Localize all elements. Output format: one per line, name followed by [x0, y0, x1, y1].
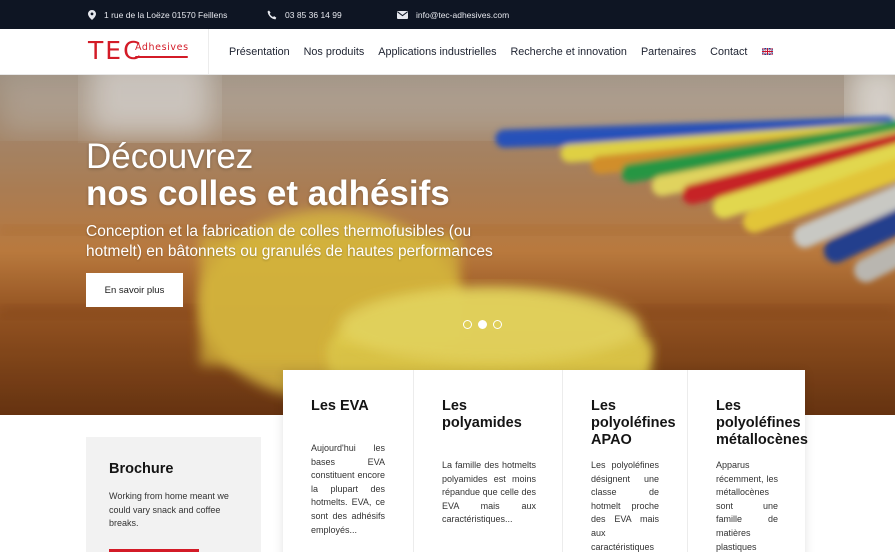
- product-card-text: Les polyoléfines désignent une classe de…: [591, 460, 659, 552]
- hero-slider: Découvrez nos colles et adhésifs Concept…: [0, 75, 895, 415]
- nav-item-applications[interactable]: Applications industrielles: [378, 46, 496, 58]
- product-card-title: Les polyoléfines métallocènes: [716, 398, 808, 448]
- tec-adhesives-logo[interactable]: TEC Adhesives: [88, 37, 192, 67]
- main-navbar: TEC Adhesives Présentation Nos produits …: [0, 29, 895, 75]
- nav-item-products[interactable]: Nos produits: [304, 46, 365, 58]
- learn-more-button[interactable]: En savoir plus: [86, 273, 183, 307]
- hero-title-line2: nos colles et adhésifs: [86, 174, 450, 213]
- address-item: 1 rue de la Loëze 01570 Feillens: [88, 0, 227, 29]
- slider-dot-2[interactable]: [478, 320, 487, 329]
- product-card-polyamides[interactable]: Les polyamides La famille des hotmelts p…: [414, 370, 563, 552]
- product-card-text: Aujourd'hui les bases EVA constituent en…: [311, 443, 385, 535]
- address-text: 1 rue de la Loëze 01570 Feillens: [104, 9, 228, 20]
- logo-underline: [135, 56, 188, 58]
- brochure-text: Working from home meant we could vary sn…: [109, 491, 229, 528]
- email-link[interactable]: info@tec-adhesives.com: [416, 10, 509, 20]
- hero-title-line1: Découvrez: [86, 137, 254, 176]
- brochure-title: Brochure: [109, 461, 174, 477]
- map-pin-icon: [88, 9, 96, 20]
- product-cards: Les EVA Aujourd'hui les bases EVA consti…: [283, 370, 808, 552]
- phone-text[interactable]: 03 85 36 14 99: [285, 10, 342, 20]
- email-item[interactable]: info@tec-adhesives.com: [397, 0, 509, 29]
- uk-flag-icon[interactable]: [762, 48, 774, 55]
- product-card-metallocenes[interactable]: Les polyoléfines métallocènes Apparus ré…: [688, 370, 808, 552]
- slider-dot-1[interactable]: [463, 320, 472, 329]
- slider-dot-3[interactable]: [493, 320, 502, 329]
- nav-divider: [208, 29, 209, 74]
- nav-item-partners[interactable]: Partenaires: [641, 46, 696, 58]
- top-info-bar: 1 rue de la Loëze 01570 Feillens 03 85 3…: [0, 0, 895, 29]
- product-card-text: La famille des hotmelts polyamides est m…: [442, 460, 536, 525]
- logo-adhesives-text: Adhesives: [135, 42, 189, 53]
- phone-item[interactable]: 03 85 36 14 99: [267, 0, 342, 29]
- product-card-eva[interactable]: Les EVA Aujourd'hui les bases EVA consti…: [283, 370, 414, 552]
- phone-icon: [267, 10, 277, 19]
- nav-item-presentation[interactable]: Présentation: [229, 46, 290, 58]
- product-card-title: Les polyoléfines APAO: [591, 398, 676, 448]
- nav-item-contact[interactable]: Contact: [710, 46, 747, 58]
- product-card-title: Les polyamides: [442, 398, 522, 431]
- hero-subtitle: Conception et la fabrication de colles t…: [86, 223, 493, 260]
- main-menu: Présentation Nos produits Applications i…: [229, 29, 774, 74]
- brochure-box: Brochure Working from home meant we coul…: [86, 437, 261, 552]
- slider-dots: [463, 320, 502, 329]
- product-card-text: Apparus récemment, les métallocènes sont…: [716, 460, 778, 552]
- nav-item-research[interactable]: Recherche et innovation: [510, 46, 626, 58]
- product-card-apao[interactable]: Les polyoléfines APAO Les polyoléfines d…: [563, 370, 688, 552]
- envelope-icon: [397, 10, 408, 19]
- product-card-title: Les EVA: [311, 398, 369, 414]
